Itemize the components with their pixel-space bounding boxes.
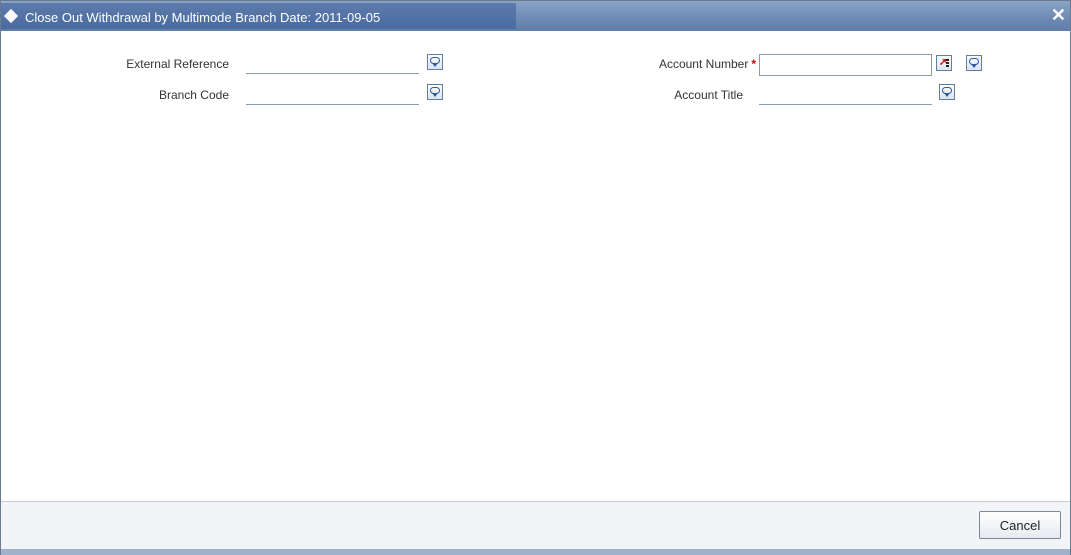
account-title-label: Account Title (674, 88, 743, 102)
title-bar[interactable]: Close Out Withdrawal by Multimode Branch… (1, 1, 1070, 31)
cancel-button[interactable]: Cancel (979, 511, 1061, 539)
branch-code-help-button[interactable] (427, 84, 443, 100)
branch-code-label: Branch Code (158, 88, 229, 102)
account-number-lov-button[interactable]: ➚ (936, 55, 952, 71)
external-reference-field[interactable] (246, 52, 419, 74)
title-strip: Close Out Withdrawal by Multimode Branch… (1, 3, 516, 29)
required-asterisk: * (751, 57, 756, 71)
branch-code-field[interactable] (246, 83, 419, 105)
external-reference-label: External Reference (126, 57, 229, 71)
window-title: Close Out Withdrawal by Multimode Branch… (25, 10, 381, 25)
account-number-label: Account Number * (658, 57, 756, 71)
close-button[interactable]: ✕ (1051, 5, 1066, 25)
diamond-icon (3, 8, 19, 24)
dialog-footer: Cancel (1, 501, 1070, 555)
footer-bar (1, 549, 1070, 555)
account-title-field[interactable] (759, 83, 932, 105)
account-number-help-button[interactable] (966, 55, 982, 71)
account-title-help-button[interactable] (939, 84, 955, 100)
dialog-window: Close Out Withdrawal by Multimode Branch… (0, 0, 1071, 555)
account-number-field[interactable] (759, 54, 932, 76)
external-reference-help-button[interactable] (427, 54, 443, 70)
